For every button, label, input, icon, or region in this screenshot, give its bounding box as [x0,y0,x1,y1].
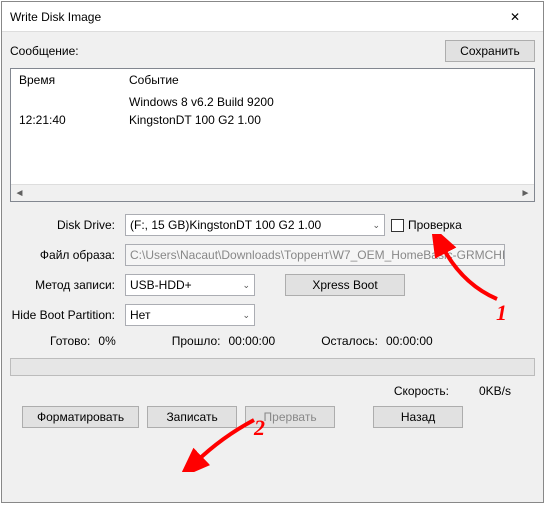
elapsed-label: Прошло: [172,334,221,348]
ready-value: 0% [98,334,115,348]
status-row: Готово: 0% Прошло: 00:00:00 Осталось: 00… [10,334,535,348]
elapsed-value: 00:00:00 [228,334,275,348]
window-title: Write Disk Image [10,10,101,24]
status-remain: Осталось: 00:00:00 [321,334,432,348]
speed-label: Скорость: [394,384,449,398]
verify-label: Проверка [408,218,462,232]
scroll-left-icon[interactable]: ◄ [11,185,28,202]
message-row: Сообщение: Сохранить [10,40,535,62]
remain-label: Осталось: [321,334,378,348]
log-cell-event: KingstonDT 100 G2 1.00 [129,113,261,127]
write-button[interactable]: Записать [147,406,237,428]
chevron-down-icon: ⌄ [242,280,250,291]
log-cell-time [19,95,129,109]
titlebar: Write Disk Image ✕ [2,2,543,32]
close-icon: ✕ [510,10,520,24]
back-button[interactable]: Назад [373,406,463,428]
remain-value: 00:00:00 [386,334,433,348]
xpress-boot-button[interactable]: Xpress Boot [285,274,405,296]
row-image-file: Файл образа: C:\Users\Nacaut\Downloads\Т… [10,244,535,266]
chevron-down-icon: ⌄ [242,310,250,321]
write-method-label: Метод записи: [10,278,125,292]
column-header-time[interactable]: Время [19,73,129,87]
disk-drive-label: Disk Drive: [10,218,125,232]
hide-boot-value: Нет [130,308,150,322]
format-button[interactable]: Форматировать [22,406,139,428]
disk-drive-value: (F:, 15 GB)KingstonDT 100 G2 1.00 [130,218,321,232]
log-headers: Время Событие [11,69,534,91]
log-listview[interactable]: Время Событие Windows 8 v6.2 Build 9200 … [10,68,535,202]
log-cell-time: 12:21:40 [19,113,129,127]
horizontal-scrollbar[interactable]: ◄ ► [11,184,534,201]
chevron-down-icon: ⌄ [372,220,380,231]
image-file-field[interactable]: C:\Users\Nacaut\Downloads\Торрент\W7_OEM… [125,244,505,266]
ready-label: Готово: [50,334,90,348]
message-label: Сообщение: [10,44,79,58]
dialog-window: Write Disk Image ✕ Сообщение: Сохранить … [1,1,544,503]
write-method-value: USB-HDD+ [130,278,192,292]
content-area: Сообщение: Сохранить Время Событие Windo… [2,32,543,444]
close-button[interactable]: ✕ [495,3,535,31]
row-write-method: Метод записи: USB-HDD+ ⌄ Xpress Boot [10,274,535,296]
image-file-label: Файл образа: [10,248,125,262]
speed-value: 0KB/s [479,384,511,398]
form-area: Disk Drive: (F:, 15 GB)KingstonDT 100 G2… [10,214,535,436]
speed-row: Скорость: 0KB/s [10,376,535,406]
log-body: Windows 8 v6.2 Build 9200 12:21:40 Kings… [11,91,534,131]
log-row: 12:21:40 KingstonDT 100 G2 1.00 [19,111,526,129]
disk-drive-select[interactable]: (F:, 15 GB)KingstonDT 100 G2 1.00 ⌄ [125,214,385,236]
annotation-number-1: 1 [496,300,507,326]
save-button[interactable]: Сохранить [445,40,535,62]
row-hide-boot: Hide Boot Partition: Нет ⌄ [10,304,535,326]
hide-boot-select[interactable]: Нет ⌄ [125,304,255,326]
status-elapsed: Прошло: 00:00:00 [172,334,275,348]
verify-checkbox-wrap: Проверка [391,218,462,232]
write-method-select[interactable]: USB-HDD+ ⌄ [125,274,255,296]
bottom-buttons: Форматировать Записать Прервать Назад [10,406,535,436]
progress-bar [10,358,535,376]
status-ready: Готово: 0% [50,334,116,348]
scroll-right-icon[interactable]: ► [517,185,534,202]
row-disk-drive: Disk Drive: (F:, 15 GB)KingstonDT 100 G2… [10,214,535,236]
annotation-number-2: 2 [254,415,265,441]
log-cell-event: Windows 8 v6.2 Build 9200 [129,95,274,109]
column-header-event[interactable]: Событие [129,73,179,87]
hide-boot-label: Hide Boot Partition: [10,308,125,322]
log-row: Windows 8 v6.2 Build 9200 [19,93,526,111]
verify-checkbox[interactable] [391,219,404,232]
